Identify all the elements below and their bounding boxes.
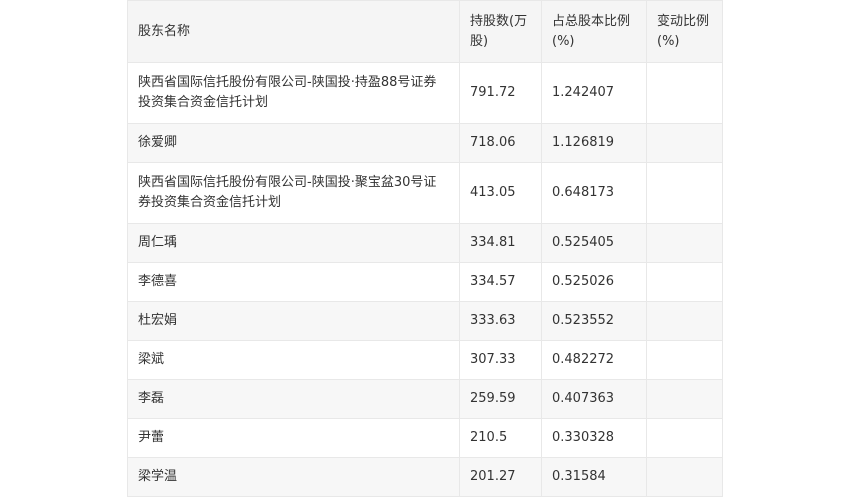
ratio-value: 1.242407	[541, 62, 647, 124]
table-row: 陕西省国际信托股份有限公司-陕国投·聚宝盆30号证券投资集合资金信托计划 413…	[127, 162, 723, 224]
change-value	[646, 457, 723, 497]
change-value	[646, 162, 723, 224]
table-row: 徐爱卿 718.06 1.126819	[127, 123, 723, 163]
shares-value: 334.57	[459, 262, 542, 302]
shareholder-name: 尹蕾	[127, 418, 460, 458]
shareholder-name: 陕西省国际信托股份有限公司-陕国投·持盈88号证券投资集合资金信托计划	[127, 62, 460, 124]
shareholder-name: 陕西省国际信托股份有限公司-陕国投·聚宝盆30号证券投资集合资金信托计划	[127, 162, 460, 224]
shareholder-table: 股东名称 持股数(万股) 占总股本比例(%) 变动比例(%) 陕西省国际信托股份…	[127, 0, 723, 497]
table-row: 梁学温 201.27 0.31584	[127, 457, 723, 497]
header-shareholder-name: 股东名称	[127, 0, 460, 63]
header-change-ratio: 变动比例(%)	[646, 0, 723, 63]
shareholder-name: 周仁瑀	[127, 223, 460, 263]
shareholder-name: 梁斌	[127, 340, 460, 380]
ratio-value: 0.407363	[541, 379, 647, 419]
table-row: 周仁瑀 334.81 0.525405	[127, 223, 723, 263]
table-row: 陕西省国际信托股份有限公司-陕国投·持盈88号证券投资集合资金信托计划 791.…	[127, 62, 723, 124]
change-value	[646, 379, 723, 419]
ratio-value: 0.648173	[541, 162, 647, 224]
shares-value: 334.81	[459, 223, 542, 263]
header-share-ratio: 占总股本比例(%)	[541, 0, 647, 63]
shareholder-name: 李磊	[127, 379, 460, 419]
table-row: 梁斌 307.33 0.482272	[127, 340, 723, 380]
table-row: 杜宏娟 333.63 0.523552	[127, 301, 723, 341]
ratio-value: 0.482272	[541, 340, 647, 380]
ratio-value: 0.330328	[541, 418, 647, 458]
shares-value: 201.27	[459, 457, 542, 497]
shareholder-name: 徐爱卿	[127, 123, 460, 163]
shares-value: 210.5	[459, 418, 542, 458]
shares-value: 791.72	[459, 62, 542, 124]
table-row: 李磊 259.59 0.407363	[127, 379, 723, 419]
shares-value: 413.05	[459, 162, 542, 224]
table-row: 李德喜 334.57 0.525026	[127, 262, 723, 302]
ratio-value: 0.525026	[541, 262, 647, 302]
table-row: 尹蕾 210.5 0.330328	[127, 418, 723, 458]
ratio-value: 0.525405	[541, 223, 647, 263]
shares-value: 333.63	[459, 301, 542, 341]
shareholder-name: 杜宏娟	[127, 301, 460, 341]
ratio-value: 1.126819	[541, 123, 647, 163]
change-value	[646, 223, 723, 263]
ratio-value: 0.523552	[541, 301, 647, 341]
change-value	[646, 301, 723, 341]
change-value	[646, 418, 723, 458]
change-value	[646, 262, 723, 302]
header-shares: 持股数(万股)	[459, 0, 542, 63]
shareholder-name: 李德喜	[127, 262, 460, 302]
shares-value: 718.06	[459, 123, 542, 163]
change-value	[646, 62, 723, 124]
shares-value: 307.33	[459, 340, 542, 380]
change-value	[646, 340, 723, 380]
table-header-row: 股东名称 持股数(万股) 占总股本比例(%) 变动比例(%)	[127, 0, 723, 63]
change-value	[646, 123, 723, 163]
ratio-value: 0.31584	[541, 457, 647, 497]
shares-value: 259.59	[459, 379, 542, 419]
shareholder-name: 梁学温	[127, 457, 460, 497]
